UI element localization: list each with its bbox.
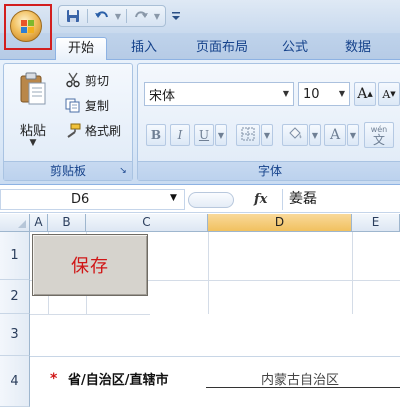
paste-label: 粘贴 xyxy=(19,124,46,139)
tab-data[interactable]: 数据 xyxy=(328,37,388,60)
clipboard-icon xyxy=(20,72,46,106)
gridline xyxy=(30,356,400,357)
tab-insert[interactable]: 插入 xyxy=(116,37,172,60)
name-box-dropdown-icon[interactable]: ▼ xyxy=(170,193,177,203)
row-header-3[interactable]: 3 xyxy=(0,314,30,356)
formula-bar-resize-handle[interactable] xyxy=(188,191,234,208)
format-painter-icon xyxy=(64,122,82,138)
copy-icon xyxy=(64,97,82,113)
quick-access-toolbar: ▼ ▼ xyxy=(58,5,166,27)
shrink-font-button[interactable]: A ▼ xyxy=(378,82,400,106)
chevron-down-icon: ▼ xyxy=(338,89,346,98)
font-group-label: 字体 xyxy=(138,161,400,180)
font-color-button[interactable]: A xyxy=(324,124,346,146)
fill-color-button[interactable] xyxy=(282,124,308,146)
formula-input[interactable]: 姜磊 xyxy=(282,189,400,210)
column-header-a[interactable]: A xyxy=(30,214,48,232)
grow-font-button[interactable]: A ▲ xyxy=(354,82,376,106)
name-box[interactable]: D6 xyxy=(0,189,185,210)
format-painter-label: 格式刷 xyxy=(85,123,122,138)
clipboard-dialog-launcher-icon[interactable]: ↘ xyxy=(117,165,129,177)
toolbar-separator xyxy=(126,9,127,23)
clipboard-group: 粘贴 ▼ 剪切 复制 格式刷 剪贴板 ↘ xyxy=(3,63,133,181)
paste-button[interactable]: 粘贴 ▼ xyxy=(10,68,56,150)
borders-icon xyxy=(241,127,255,144)
save-button[interactable]: 保存 xyxy=(32,234,148,296)
copy-button[interactable]: 复制 xyxy=(64,95,109,115)
ribbon-tabs: 开始 插入 页面布局 公式 数据 xyxy=(0,33,400,60)
province-field-value[interactable]: 内蒙古自治区 xyxy=(206,369,400,388)
ribbon: 粘贴 ▼ 剪切 复制 格式刷 剪贴板 ↘ 宋体 ▼ 10 ▼ A ▲ A ▼ B… xyxy=(0,60,400,185)
select-all-corner[interactable] xyxy=(0,214,30,232)
italic-button[interactable]: I xyxy=(170,124,190,146)
customize-toolbar-icon[interactable] xyxy=(170,6,182,26)
fill-color-dropdown-icon[interactable]: ▼ xyxy=(309,124,321,146)
underline-button[interactable]: U xyxy=(194,124,214,146)
paint-bucket-icon xyxy=(287,126,303,144)
format-painter-button[interactable]: 格式刷 xyxy=(64,120,121,140)
toolbar-separator xyxy=(87,9,88,23)
copy-label: 复制 xyxy=(85,98,110,113)
borders-dropdown-icon[interactable]: ▼ xyxy=(261,124,273,146)
undo-dropdown-icon[interactable]: ▼ xyxy=(113,7,123,25)
column-header-b[interactable]: B xyxy=(48,214,86,232)
redo-icon[interactable] xyxy=(130,7,152,25)
formula-bar: D6 ▼ fx 姜磊 xyxy=(0,186,400,213)
cut-button[interactable]: 剪切 xyxy=(64,70,109,90)
column-header-d[interactable]: D xyxy=(208,214,352,232)
grow-font-icon: A xyxy=(357,86,368,102)
row-header-2[interactable]: 2 xyxy=(0,280,30,314)
province-field-label: 省/自治区/直辖市 xyxy=(68,373,169,388)
tab-home[interactable]: 开始 xyxy=(55,37,107,60)
office-button[interactable] xyxy=(4,4,52,50)
highlight-frame xyxy=(4,4,52,50)
font-group: 宋体 ▼ 10 ▼ A ▲ A ▼ B I U ▼ ▼ ▼ A ▼ wén 文 … xyxy=(137,63,400,181)
required-marker: * xyxy=(50,371,58,387)
font-color-dropdown-icon[interactable]: ▼ xyxy=(347,124,359,146)
column-header-e[interactable]: E xyxy=(352,214,400,232)
row-header-1[interactable]: 1 xyxy=(0,232,30,280)
paste-dropdown-icon[interactable]: ▼ xyxy=(10,138,56,148)
font-name-value: 宋体 xyxy=(149,88,176,104)
worksheet-grid: A B C D E 1 2 3 4 保存 * 省/自治区/直辖市 内蒙古自治区 xyxy=(0,214,400,407)
scissors-icon xyxy=(64,72,82,88)
font-size-value: 10 xyxy=(303,86,320,102)
redo-dropdown-icon[interactable]: ▼ xyxy=(152,7,162,25)
font-name-select[interactable]: 宋体 ▼ xyxy=(144,82,294,106)
chevron-down-icon: ▼ xyxy=(282,89,290,98)
undo-icon[interactable] xyxy=(91,7,113,25)
cut-label: 剪切 xyxy=(85,73,110,88)
merged-row-3 xyxy=(31,315,400,356)
clipboard-group-label: 剪贴板 xyxy=(4,161,132,180)
formula-tools: fx xyxy=(188,189,282,210)
insert-function-icon[interactable]: fx xyxy=(254,192,267,207)
column-header-c[interactable]: C xyxy=(86,214,208,232)
phonetic-char: 文 xyxy=(372,133,385,147)
bold-button[interactable]: B xyxy=(146,124,166,146)
font-size-select[interactable]: 10 ▼ xyxy=(298,82,350,106)
underline-dropdown-icon[interactable]: ▼ xyxy=(215,124,227,146)
shrink-font-icon: A xyxy=(382,87,391,101)
phonetic-guide-button[interactable]: wén 文 xyxy=(364,122,394,148)
row-header-4[interactable]: 4 xyxy=(0,356,30,407)
save-icon[interactable] xyxy=(62,7,84,25)
tab-page-layout[interactable]: 页面布局 xyxy=(180,37,264,60)
tab-formulas[interactable]: 公式 xyxy=(270,37,320,60)
borders-button[interactable] xyxy=(236,124,260,146)
